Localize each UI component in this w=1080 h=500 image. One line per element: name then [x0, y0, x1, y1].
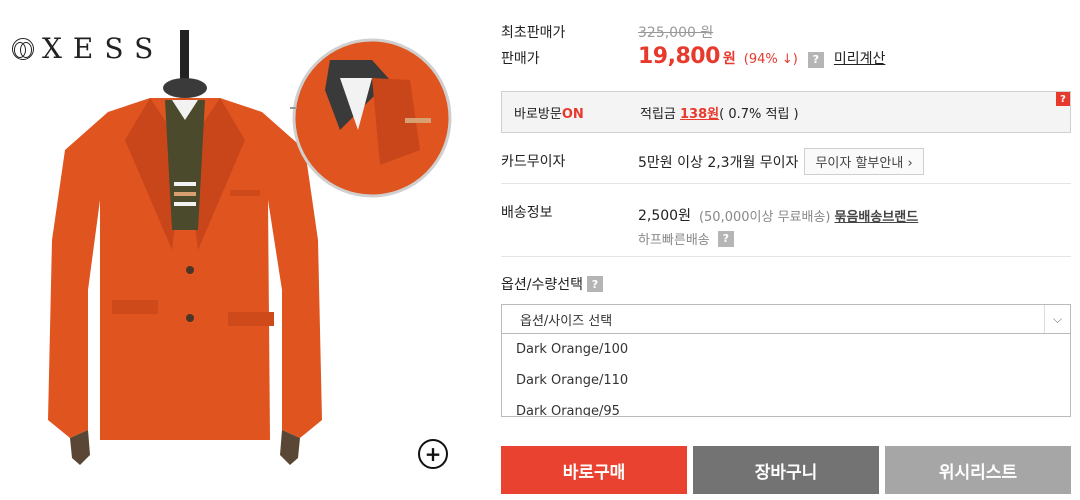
- original-price-label: 최초판매가: [501, 25, 566, 41]
- direct-visit-box: 바로방문ON 적립금 138원( 0.7% 적립 ) ?: [501, 91, 1071, 133]
- pre-calc-link[interactable]: 미리계산: [834, 48, 886, 68]
- original-price-value: 325,000 원: [638, 25, 714, 41]
- sale-price-unit: 원: [722, 51, 736, 67]
- points-suffix: ( 0.7% 적립 ): [719, 106, 799, 122]
- option-item[interactable]: Dark Orange/110: [502, 365, 1070, 396]
- visit-help-icon[interactable]: ?: [1056, 92, 1070, 106]
- buy-now-button[interactable]: 바로구매: [501, 446, 687, 494]
- sale-price-value: 19,800: [638, 44, 720, 69]
- divider: [501, 256, 1071, 257]
- option-size-select[interactable]: 옵션/사이즈 선택 ⌵: [501, 304, 1071, 334]
- plus-icon: +: [424, 441, 442, 466]
- price-help-icon[interactable]: ?: [807, 51, 824, 68]
- shipping-fee: 2,500원: [638, 208, 691, 224]
- sale-price-label: 판매가: [501, 51, 540, 67]
- direct-visit-prefix: 바로방문: [514, 106, 562, 122]
- option-item[interactable]: Dark Orange/100: [502, 334, 1070, 365]
- sale-price-row: 판매가 19,800 원 (94% ↓) ? 미리계산: [501, 44, 885, 69]
- option-dropdown-list: Dark Orange/100 Dark Orange/110 Dark Ora…: [501, 334, 1071, 417]
- brand-name: XESS: [42, 32, 165, 65]
- chevron-down-icon: ⌵: [1044, 305, 1070, 333]
- card-installment-value: 5만원 이상 2,3개월 무이자: [638, 154, 799, 171]
- brand-logo-icon: [12, 37, 34, 60]
- shipping-condition: (50,000이상 무료배송): [698, 209, 831, 225]
- points-prefix: 적립금: [640, 106, 681, 122]
- points-amount[interactable]: 138원: [680, 107, 719, 122]
- card-installment-value-wrap: 5만원 이상 2,3개월 무이자 무이자 할부안내 ›: [638, 148, 924, 175]
- zoom-in-button[interactable]: +: [418, 439, 448, 469]
- options-label-wrap: 옵션/수량선택 ?: [501, 274, 603, 294]
- fast-shipping-label: 하프빠른배송: [638, 233, 710, 248]
- shipping-label: 배송정보: [501, 205, 553, 221]
- shipping-help-icon[interactable]: ?: [717, 230, 734, 247]
- bundle-shipping-link[interactable]: 묶음배송브랜드: [835, 206, 919, 225]
- options-help-icon[interactable]: ?: [587, 276, 603, 292]
- options-label: 옵션/수량선택: [501, 277, 583, 293]
- direct-visit-label: 바로방문ON: [502, 103, 640, 122]
- points-info: 적립금 138원( 0.7% 적립 ): [640, 103, 799, 122]
- option-item[interactable]: Dark Orange/95: [502, 396, 1070, 416]
- card-installment-label: 카드무이자: [501, 154, 566, 170]
- brand-logo: XESS: [12, 32, 164, 65]
- action-buttons: 바로구매 장바구니 위시리스트: [501, 446, 1071, 494]
- discount-rate: (94% ↓): [743, 52, 798, 67]
- installment-guide-button[interactable]: 무이자 할부안내 ›: [804, 148, 924, 175]
- purchase-panel: 최초판매가 325,000 원 판매가 19,800 원 (94% ↓) ? 미…: [501, 0, 1071, 500]
- shipping-fee-wrap: 2,500원 (50,000이상 무료배송) 묶음배송브랜드: [638, 205, 918, 225]
- add-to-cart-button[interactable]: 장바구니: [693, 446, 879, 494]
- jacket-photo: [48, 30, 452, 465]
- divider: [501, 183, 1071, 184]
- fast-shipping-wrap: 하프빠른배송 ?: [638, 229, 734, 248]
- direct-visit-on: ON: [561, 106, 584, 122]
- original-price-row: 최초판매가 325,000 원: [501, 22, 713, 42]
- option-select-placeholder: 옵션/사이즈 선택: [520, 313, 613, 329]
- product-image[interactable]: XESS +: [0, 0, 470, 500]
- wishlist-button[interactable]: 위시리스트: [885, 446, 1071, 494]
